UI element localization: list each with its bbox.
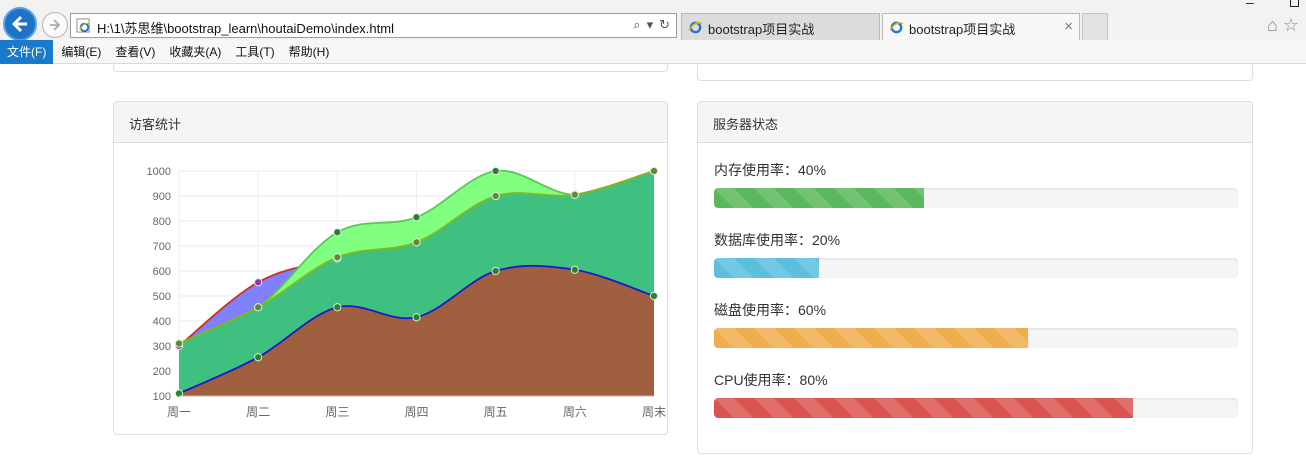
menu-edit[interactable]: 编辑(E): [54, 40, 108, 64]
refresh-icon[interactable]: ↻: [659, 17, 670, 33]
cpu-progress-fill: [714, 398, 1134, 418]
browser-toolbar: H:\1\苏思维\bootstrap_learn\houtaiDemo\inde…: [0, 0, 1306, 41]
data-point: [412, 238, 421, 247]
data-point: [649, 166, 659, 176]
data-point: [649, 291, 659, 301]
y-tick-label: 100: [153, 391, 171, 403]
panel-above-right: [697, 64, 1253, 81]
cpu-usage: CPU使用率：80%: [714, 370, 1238, 418]
data-point: [491, 191, 500, 201]
disk-usage: 磁盘使用率：60%: [714, 300, 1238, 348]
address-text: H:\1\苏思维\bootstrap_learn\houtaiDemo\inde…: [97, 21, 394, 36]
x-tick-label: 周三: [325, 405, 349, 419]
x-tick-label: 周五: [484, 405, 508, 419]
forward-button[interactable]: [42, 12, 68, 38]
menu-help[interactable]: 帮助(H): [282, 40, 337, 64]
y-tick-label: 900: [153, 191, 171, 203]
home-icon[interactable]: ⌂: [1267, 15, 1278, 36]
disk-progress-fill: [714, 328, 1029, 348]
disk-progress: [714, 328, 1238, 348]
tab-2-active[interactable]: bootstrap项目实战 ×: [882, 13, 1080, 40]
y-tick-label: 800: [153, 216, 171, 228]
favorites-star-icon[interactable]: ☆: [1283, 15, 1299, 36]
y-tick-label: 600: [153, 266, 171, 278]
ie-tab-icon: [688, 21, 703, 34]
database-progress: [714, 258, 1238, 278]
disk-usage-label: 磁盘使用率：60%: [714, 302, 827, 318]
panel-above-left: [113, 64, 668, 72]
data-point: [333, 253, 342, 262]
memory-usage-label: 内存使用率：40%: [714, 162, 827, 178]
memory-progress-fill: [714, 188, 924, 208]
memory-usage: 内存使用率：40%: [714, 160, 1238, 208]
cpu-usage-label: CPU使用率：80%: [714, 372, 828, 388]
x-tick-label: 周六: [563, 405, 587, 419]
menu-favorites[interactable]: 收藏夹(A): [162, 40, 228, 64]
menu-file[interactable]: 文件(F): [0, 39, 54, 64]
data-point: [333, 303, 342, 312]
visitor-area-chart: 100 200 300 400 500 600 700 800 900 1000 周一 周二 周三 周四 周…: [147, 166, 666, 419]
memory-progress: [714, 188, 1238, 208]
new-tab-button[interactable]: [1082, 13, 1108, 40]
data-point: [412, 313, 421, 322]
y-tick-label: 200: [153, 366, 171, 378]
visitor-stats-panel: 访客统计 100 200 300 400 500 600 700 800 900 1000 周一 周二…: [113, 101, 668, 435]
menu-view[interactable]: 查看(V): [108, 40, 162, 64]
y-tick-label: 700: [153, 241, 171, 253]
x-tick-label: 周四: [404, 405, 428, 419]
y-tick-label: 1000: [147, 166, 171, 178]
dropdown-icon[interactable]: ▾: [647, 17, 654, 33]
data-point: [333, 228, 342, 237]
data-point: [254, 303, 263, 312]
tab-title: bootstrap项目实战: [708, 22, 815, 37]
database-usage: 数据库使用率：20%: [714, 230, 1238, 278]
server-status-panel: 服务器状态 内存使用率：40% 数据库使用率：20% 磁盘使用率：60% CPU…: [697, 101, 1253, 454]
back-arrow-icon: [12, 15, 27, 33]
database-progress-fill: [714, 258, 819, 278]
panel-title: 访客统计: [114, 102, 667, 143]
x-tick-label: 周末: [642, 405, 666, 419]
data-point: [254, 278, 263, 287]
menu-tools[interactable]: 工具(T): [228, 40, 281, 64]
x-tick-label: 周二: [246, 405, 270, 419]
ie-page-icon: [76, 18, 91, 33]
minimize-icon[interactable]: ‒: [1246, 0, 1254, 10]
data-point: [491, 166, 500, 176]
data-point: [570, 265, 579, 274]
tab-1[interactable]: bootstrap项目实战: [681, 13, 880, 40]
y-tick-label: 300: [153, 341, 171, 353]
data-point: [174, 339, 184, 348]
menu-bar: 文件(F) 编辑(E) 查看(V) 收藏夹(A) 工具(T) 帮助(H): [0, 39, 1306, 64]
database-usage-label: 数据库使用率：20%: [714, 232, 841, 248]
forward-arrow-icon: [50, 19, 61, 31]
back-button[interactable]: [3, 7, 37, 41]
cpu-progress: [714, 398, 1238, 418]
search-icon[interactable]: ⌕: [633, 17, 640, 33]
address-bar[interactable]: H:\1\苏思维\bootstrap_learn\houtaiDemo\inde…: [70, 13, 677, 38]
close-tab-icon[interactable]: ×: [1064, 18, 1073, 35]
y-tick-label: 500: [153, 291, 171, 303]
ie-tab-icon: [889, 21, 904, 34]
data-point: [491, 266, 500, 276]
tab-title: bootstrap项目实战: [909, 22, 1016, 37]
data-point: [570, 190, 579, 199]
panel-title: 服务器状态: [698, 102, 1252, 143]
restore-icon[interactable]: [1290, 0, 1299, 7]
data-point: [254, 353, 263, 362]
data-point: [412, 213, 421, 222]
y-tick-label: 400: [153, 316, 171, 328]
x-tick-label: 周一: [167, 405, 191, 419]
